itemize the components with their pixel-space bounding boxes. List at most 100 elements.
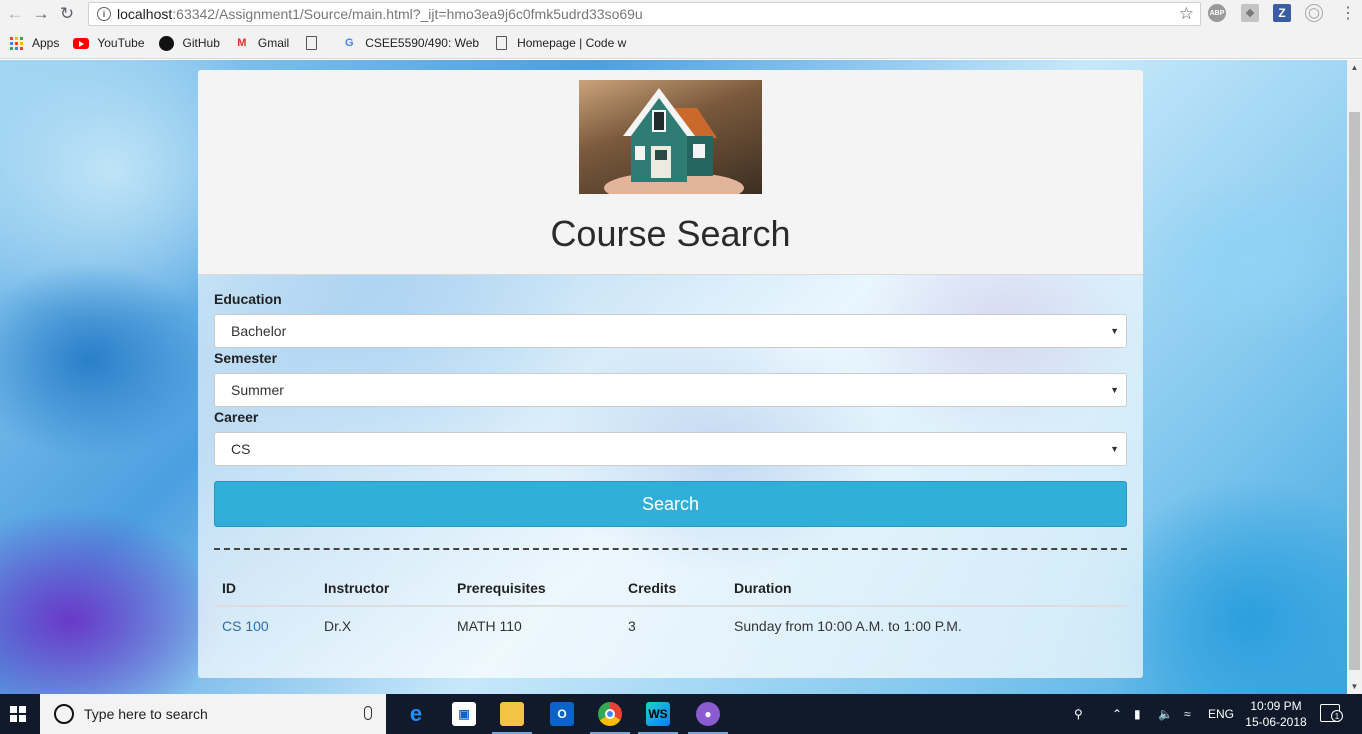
header-id: ID — [222, 580, 236, 596]
bookmark-star-icon[interactable]: ☆ — [1179, 4, 1194, 24]
forward-icon[interactable]: → — [28, 1, 54, 27]
course-id-link[interactable]: CS 100 — [222, 618, 269, 634]
taskbar-search-placeholder: Type here to search — [84, 706, 208, 722]
document-icon — [303, 36, 319, 50]
battery-icon[interactable]: ▮ — [1134, 694, 1141, 734]
scroll-up-icon[interactable]: ▲ — [1347, 60, 1362, 75]
bookmark-label: CSEE5590/490: Web — [365, 36, 480, 50]
panel-header: Course Search — [198, 70, 1143, 275]
circle-extension-icon[interactable]: ◯ — [1305, 4, 1323, 22]
people-icon[interactable]: ⚲ — [1074, 694, 1083, 734]
youtube-icon — [73, 36, 90, 50]
folder-icon — [500, 702, 524, 726]
notification-count: 1 — [1331, 710, 1343, 722]
header-credits: Credits — [628, 580, 677, 596]
language-indicator[interactable]: ENG — [1208, 694, 1234, 734]
scroll-down-icon[interactable]: ▼ — [1347, 679, 1362, 694]
duration-cell: Sunday from 10:00 A.M. to 1:00 P.M. — [734, 618, 962, 634]
taskbar-search-box[interactable]: Type here to search — [40, 694, 386, 734]
career-select[interactable]: CS ▼ — [214, 432, 1127, 466]
bookmark-apps[interactable]: Apps — [8, 36, 59, 50]
education-label: Education — [214, 291, 282, 307]
career-value: CS — [231, 441, 251, 457]
clock-date: 15-06-2018 — [1245, 715, 1307, 729]
chrome-app[interactable] — [586, 694, 634, 734]
microphone-icon[interactable] — [364, 706, 372, 720]
chrome-icon — [598, 702, 622, 726]
bookmarks-bar: Apps YouTube GitHub M Gmail G CSEE5590/4… — [0, 28, 1362, 59]
outlook-app[interactable]: O — [538, 694, 586, 734]
header-prerequisites: Prerequisites — [457, 580, 546, 596]
cortana-icon — [54, 704, 74, 724]
semester-value: Summer — [231, 382, 284, 398]
reload-icon[interactable]: ↻ — [54, 1, 80, 27]
adblock-extension-icon[interactable]: ABP — [1208, 4, 1226, 22]
bookmark-github[interactable]: GitHub — [159, 35, 220, 51]
bookmark-gmail[interactable]: M Gmail — [234, 36, 289, 50]
store-icon: ▣ — [452, 702, 476, 726]
bookmark-label: Gmail — [257, 36, 290, 50]
semester-select[interactable]: Summer ▼ — [214, 373, 1127, 407]
chevron-up-icon[interactable]: ⌃ — [1112, 694, 1122, 734]
prerequisites-cell: MATH 110 — [457, 618, 522, 634]
edge-icon: e — [409, 701, 423, 726]
address-bar[interactable]: i localhost:63342/Assignment1/Source/mai… — [88, 2, 1201, 26]
instructor-cell: Dr.X — [324, 618, 352, 634]
career-label: Career — [214, 409, 259, 425]
google-icon: G — [344, 37, 354, 49]
wifi-icon[interactable]: ≈ — [1184, 694, 1191, 734]
scroll-thumb[interactable] — [1349, 112, 1360, 670]
webstorm-app[interactable]: WS — [634, 694, 682, 734]
webstorm-icon: WS — [646, 702, 670, 726]
github-icon — [159, 35, 175, 51]
zotero-extension-icon[interactable]: Z — [1273, 4, 1291, 22]
bookmark-label: Apps — [32, 36, 60, 50]
url-host: localhost — [117, 6, 173, 22]
windows-start-icon[interactable] — [10, 706, 26, 722]
header-instructor: Instructor — [324, 580, 390, 596]
clock-time: 10:09 PM — [1250, 699, 1302, 713]
table-header: ID Instructor Prerequisites Credits Dura… — [214, 572, 1127, 607]
education-select[interactable]: Bachelor ▼ — [214, 314, 1127, 348]
table-row: CS 100 Dr.X MATH 110 3 Sunday from 10:00… — [214, 610, 1127, 640]
edge-app[interactable]: e — [392, 694, 440, 734]
page-viewport: Course Search Education Bachelor ▼ Semes… — [0, 60, 1347, 694]
url-path: :63342/Assignment1/Source/main.html?_ijt… — [172, 6, 643, 22]
education-value: Bachelor — [231, 323, 287, 339]
store-app[interactable]: ▣ — [440, 694, 488, 734]
bookmark-homepage[interactable]: Homepage | Code w — [493, 36, 626, 50]
semester-label: Semester — [214, 350, 278, 366]
bookmark-csee[interactable]: G CSEE5590/490: Web — [341, 36, 479, 50]
volume-icon[interactable]: 🔈 — [1158, 694, 1173, 734]
cat-app-icon: ● — [696, 702, 720, 726]
windows-taskbar: Type here to search e ▣ O WS ● ⚲ ⌃ ▮ 🔈 ≈… — [0, 694, 1362, 734]
chevron-down-icon: ▼ — [1110, 385, 1119, 395]
document-icon — [493, 36, 509, 50]
bookmark-label: YouTube — [97, 36, 145, 50]
header-duration: Duration — [734, 580, 792, 596]
outlook-icon: O — [550, 702, 574, 726]
apps-icon — [8, 36, 24, 50]
browser-menu-icon[interactable]: ⋮ — [1340, 3, 1356, 25]
back-icon[interactable]: ← — [2, 1, 28, 27]
page-scrollbar[interactable]: ▲ ▼ — [1347, 60, 1362, 694]
purple-app[interactable]: ● — [684, 694, 732, 734]
chevron-down-icon: ▼ — [1110, 444, 1119, 454]
page-title: Course Search — [550, 213, 791, 254]
house-image — [579, 80, 762, 194]
bookmark-untitled[interactable] — [303, 36, 327, 50]
credits-cell: 3 — [628, 618, 636, 634]
info-icon[interactable]: i — [97, 7, 111, 21]
pdf-extension-icon[interactable]: ❖ — [1241, 4, 1259, 22]
bookmark-youtube[interactable]: YouTube — [73, 36, 145, 50]
search-button[interactable]: Search — [214, 481, 1127, 527]
url-text[interactable]: localhost:63342/Assignment1/Source/main.… — [117, 6, 643, 22]
file-explorer-app[interactable] — [488, 694, 536, 734]
chevron-down-icon: ▼ — [1110, 326, 1119, 336]
bookmark-label: GitHub — [182, 36, 220, 50]
dashed-divider — [214, 548, 1127, 550]
gmail-icon: M — [237, 37, 247, 49]
clock[interactable]: 10:09 PM 15-06-2018 — [1240, 698, 1312, 730]
browser-toolbar: ← → ↻ i localhost:63342/Assignment1/Sour… — [0, 0, 1362, 28]
bookmark-label: Homepage | Code w — [517, 36, 627, 50]
